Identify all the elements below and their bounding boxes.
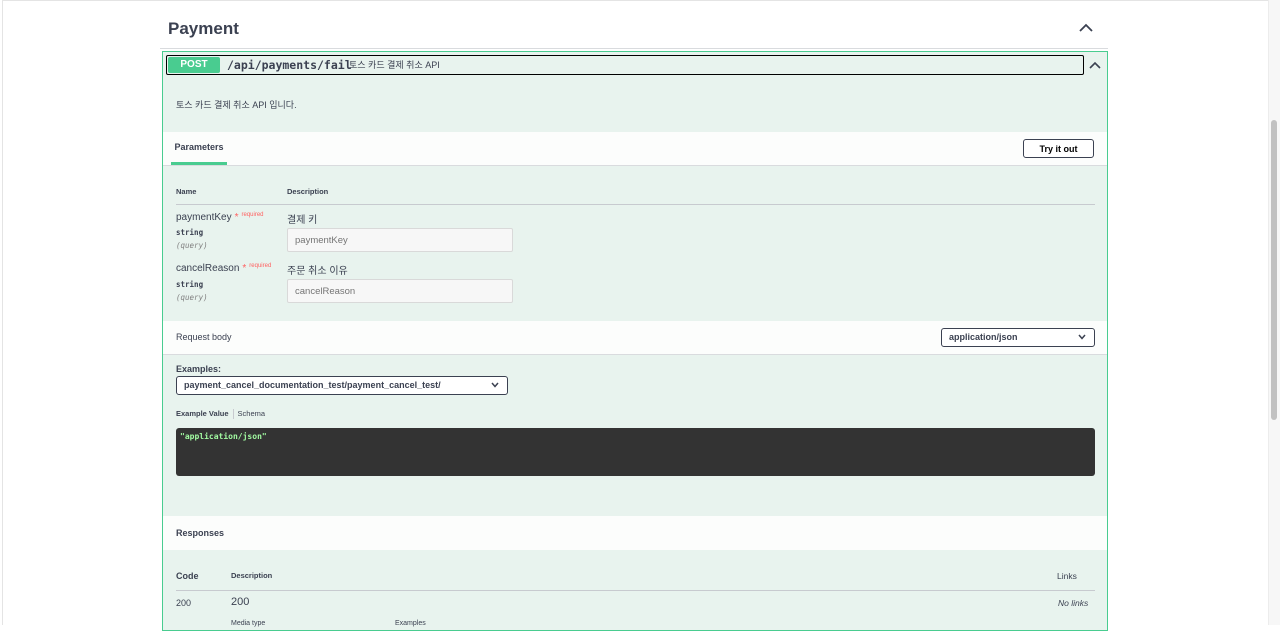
examples-column-label: Examples — [395, 620, 426, 627]
paymentkey-input[interactable] — [287, 228, 513, 252]
parameters-header: Parameters Try it out — [163, 132, 1107, 166]
column-header-code: Code — [176, 571, 199, 581]
tab-schema[interactable]: Schema — [238, 409, 266, 418]
section-header-payment[interactable]: Payment — [160, 10, 1108, 49]
chevron-down-icon — [1078, 334, 1086, 340]
request-body-label: Request body — [176, 332, 232, 342]
param-name-paymentkey: paymentKey * required — [176, 212, 264, 223]
operation-path: /api/payments/fail — [227, 58, 352, 72]
method-badge: POST — [168, 57, 220, 73]
column-header-links: Links — [1057, 571, 1077, 581]
tab-example-value[interactable]: Example Value — [176, 409, 229, 418]
content-type-value: application/json — [949, 332, 1018, 342]
chevron-up-icon[interactable] — [1078, 20, 1094, 36]
content-type-select[interactable]: application/json — [941, 328, 1095, 347]
tab-parameters[interactable]: Parameters — [171, 132, 227, 165]
try-it-out-button[interactable]: Try it out — [1023, 139, 1094, 158]
required-label: required — [249, 263, 272, 269]
collapse-chevron-icon[interactable] — [1085, 55, 1105, 75]
chevron-down-icon — [491, 382, 499, 388]
section-title: Payment — [168, 19, 239, 38]
param-location: (query) — [176, 241, 208, 250]
param-name-cancelreason: cancelReason * required — [176, 263, 271, 274]
param-type: string — [176, 228, 204, 237]
required-star: * — [234, 212, 239, 223]
operation-summary-text: 토스 카드 결제 취소 API — [349, 60, 440, 70]
scrollbar-thumb[interactable] — [1271, 120, 1277, 420]
example-tabs: Example Value Schema — [176, 409, 266, 420]
responses-header: Responses — [163, 516, 1107, 550]
cancelreason-input[interactable] — [287, 279, 513, 303]
response-description: 200 — [231, 596, 250, 608]
examples-select[interactable]: payment_cancel_documentation_test/paymen… — [176, 376, 508, 395]
param-description: 주문 취소 이유 — [287, 266, 348, 277]
column-header-name: Name — [176, 187, 197, 196]
examples-value: payment_cancel_documentation_test/paymen… — [184, 380, 441, 390]
operation-description: 토스 카드 결제 취소 API 입니다. — [176, 100, 297, 110]
examples-label: Examples: — [176, 364, 222, 374]
param-description: 결제 키 — [287, 215, 318, 226]
required-star: * — [242, 263, 247, 274]
column-header-description: Description — [231, 571, 273, 580]
operation-block: POST /api/payments/fail 토스 카드 결제 취소 API … — [162, 51, 1108, 631]
request-body-header: Request body application/json — [163, 321, 1107, 355]
divider — [176, 204, 1095, 205]
param-name-text: paymentKey — [176, 212, 232, 223]
responses-label: Responses — [176, 528, 225, 538]
tab-separator — [232, 409, 234, 420]
param-type: string — [176, 280, 204, 289]
param-location: (query) — [176, 293, 208, 302]
media-type-label: Media type — [231, 620, 266, 627]
example-code: "application/json" — [180, 432, 267, 441]
scrollbar[interactable] — [1268, 0, 1280, 625]
divider — [176, 590, 1095, 591]
response-code: 200 — [176, 598, 192, 608]
example-code-block[interactable]: "application/json" — [176, 428, 1095, 476]
column-header-description: Description — [287, 187, 329, 196]
param-name-text: cancelReason — [176, 263, 240, 274]
response-links: No links — [1058, 598, 1089, 608]
operation-summary[interactable]: POST /api/payments/fail 토스 카드 결제 취소 API — [166, 55, 1084, 75]
required-label: required — [241, 212, 264, 218]
